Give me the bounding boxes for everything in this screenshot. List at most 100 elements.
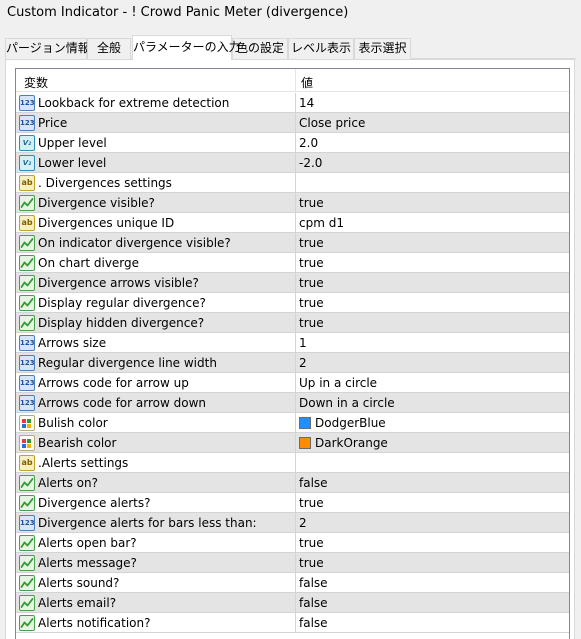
boolean-type-icon xyxy=(19,555,35,571)
parameter-name: Upper level xyxy=(38,136,107,150)
parameter-row[interactable]: ab .Alerts settings xyxy=(16,453,569,473)
column-divider[interactable] xyxy=(295,69,296,92)
window-title: Custom Indicator - ! Crowd Panic Meter (… xyxy=(7,5,349,20)
cell-divider xyxy=(295,293,296,313)
column-header-variable[interactable]: 変数 xyxy=(24,74,48,91)
parameter-row[interactable]: Alerts notification? false xyxy=(16,613,569,633)
cell-divider xyxy=(295,253,296,273)
parameter-name: Price xyxy=(38,116,68,130)
color-swatch[interactable] xyxy=(299,417,311,429)
parameter-value[interactable]: true xyxy=(299,256,324,270)
parameter-value[interactable]: 2.0 xyxy=(299,136,318,150)
parameter-row[interactable]: Divergence arrows visible? true xyxy=(16,273,569,293)
parameter-row[interactable]: 123 Divergence alerts for bars less than:… xyxy=(16,513,569,533)
parameter-name: Alerts notification? xyxy=(38,616,151,630)
tab-general[interactable]: 全般 xyxy=(87,38,131,59)
integer-type-icon: 123 xyxy=(19,515,35,531)
parameter-value[interactable]: true xyxy=(299,296,324,310)
parameter-value[interactable]: Up in a circle xyxy=(299,376,377,390)
cell-divider xyxy=(295,333,296,353)
string-type-icon: ab xyxy=(19,215,35,231)
parameter-value[interactable]: true xyxy=(299,496,324,510)
parameter-row[interactable]: Alerts message? true xyxy=(16,553,569,573)
boolean-type-icon xyxy=(19,535,35,551)
cell-divider xyxy=(295,173,296,193)
parameter-value[interactable]: false xyxy=(299,596,328,610)
cell-divider xyxy=(295,273,296,293)
integer-type-icon: 123 xyxy=(19,395,35,411)
string-type-icon: ab xyxy=(19,175,35,191)
parameter-name: .Alerts settings xyxy=(38,456,129,470)
parameter-row[interactable]: V₂ Lower level -2.0 xyxy=(16,153,569,173)
parameter-row[interactable]: Alerts sound? false xyxy=(16,573,569,593)
parameter-value[interactable]: DodgerBlue xyxy=(315,416,386,430)
parameter-row[interactable]: On indicator divergence visible? true xyxy=(16,233,569,253)
cell-divider xyxy=(295,533,296,553)
boolean-type-icon xyxy=(19,495,35,511)
parameter-name: Alerts sound? xyxy=(38,576,120,590)
parameter-row[interactable]: 123 Price Close price xyxy=(16,113,569,133)
boolean-type-icon xyxy=(19,595,35,611)
parameter-row[interactable]: On chart diverge true xyxy=(16,253,569,273)
parameter-row[interactable]: Display regular divergence? true xyxy=(16,293,569,313)
tab-visualization[interactable]: 表示選択 xyxy=(354,38,411,59)
cell-divider xyxy=(295,433,296,453)
cell-divider xyxy=(295,613,296,633)
parameter-row[interactable]: Divergence alerts? true xyxy=(16,493,569,513)
parameter-value[interactable]: true xyxy=(299,316,324,330)
parameter-value[interactable]: 2 xyxy=(299,356,307,370)
parameter-row[interactable]: ab Divergences unique ID cpm d1 xyxy=(16,213,569,233)
parameter-row[interactable]: Alerts open bar? true xyxy=(16,533,569,553)
parameter-row[interactable]: 123 Regular divergence line width 2 xyxy=(16,353,569,373)
parameter-name: Bulish color xyxy=(38,416,108,430)
cell-divider xyxy=(295,373,296,393)
parameter-name: Divergence alerts for bars less than: xyxy=(38,516,257,530)
parameter-row[interactable]: 123 Arrows size 1 xyxy=(16,333,569,353)
parameter-name: Divergence alerts? xyxy=(38,496,151,510)
parameter-value[interactable]: true xyxy=(299,236,324,250)
parameter-value[interactable]: true xyxy=(299,196,324,210)
boolean-type-icon xyxy=(19,195,35,211)
cell-divider xyxy=(295,473,296,493)
parameter-row[interactable]: Bulish color DodgerBlue xyxy=(16,413,569,433)
parameter-row[interactable]: Divergence visible? true xyxy=(16,193,569,213)
parameter-name: Alerts on? xyxy=(38,476,98,490)
parameter-value[interactable]: true xyxy=(299,556,324,570)
parameter-row[interactable]: ab. Divergences settings xyxy=(16,173,569,193)
parameter-value[interactable]: -2.0 xyxy=(299,156,322,170)
tab-input-parameters[interactable]: パラメーターの入力 xyxy=(132,35,241,60)
parameter-name: Lookback for extreme detection xyxy=(38,96,230,110)
cell-divider xyxy=(295,453,296,473)
parameter-value[interactable]: 14 xyxy=(299,96,314,110)
boolean-type-icon xyxy=(19,275,35,291)
parameter-row[interactable]: 123 Lookback for extreme detection 14 xyxy=(16,93,569,113)
cell-divider xyxy=(295,213,296,233)
parameter-name: Alerts open bar? xyxy=(38,536,137,550)
parameter-value[interactable]: DarkOrange xyxy=(315,436,388,450)
parameter-row[interactable]: Display hidden divergence? true xyxy=(16,313,569,333)
parameter-value[interactable]: true xyxy=(299,536,324,550)
parameter-value[interactable]: false xyxy=(299,616,328,630)
tab-levels[interactable]: レベル表示 xyxy=(288,38,354,59)
parameter-value[interactable]: cpm d1 xyxy=(299,216,344,230)
parameter-value[interactable]: false xyxy=(299,476,328,490)
parameter-row[interactable]: V₂ Upper level 2.0 xyxy=(16,133,569,153)
parameter-value[interactable]: Down in a circle xyxy=(299,396,395,410)
cell-divider xyxy=(295,313,296,333)
parameter-value[interactable]: true xyxy=(299,276,324,290)
integer-type-icon: 123 xyxy=(19,95,35,111)
parameter-value[interactable]: 2 xyxy=(299,516,307,530)
cell-divider xyxy=(295,193,296,213)
parameter-value[interactable]: 1 xyxy=(299,336,307,350)
parameter-name: . Divergences settings xyxy=(38,176,172,190)
tab-version-info[interactable]: パージョン情報 xyxy=(5,38,90,59)
parameter-value[interactable]: Close price xyxy=(299,116,365,130)
parameter-row[interactable]: 123 Arrows code for arrow up Up in a circl… xyxy=(16,373,569,393)
parameter-row[interactable]: Alerts on? false xyxy=(16,473,569,493)
color-swatch[interactable] xyxy=(299,437,311,449)
column-header-value[interactable]: 値 xyxy=(301,74,313,91)
parameter-row[interactable]: Bearish color DarkOrange xyxy=(16,433,569,453)
parameter-value[interactable]: false xyxy=(299,576,328,590)
parameter-row[interactable]: Alerts email? false xyxy=(16,593,569,613)
parameter-row[interactable]: 123 Arrows code for arrow down Down in a c… xyxy=(16,393,569,413)
